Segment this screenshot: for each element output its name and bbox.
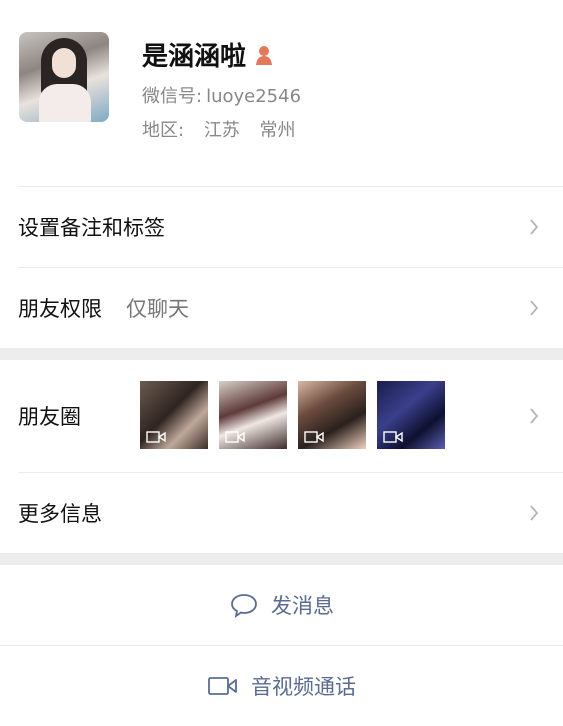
more-info-label: 更多信息	[18, 502, 102, 526]
moment-thumbnail[interactable]	[140, 381, 208, 449]
chat-bubble-icon	[231, 594, 257, 618]
moments-row[interactable]: 朋友圈	[18, 360, 563, 472]
action-buttons: 发消息 音视频通话	[0, 565, 563, 726]
region-province: 江苏	[203, 120, 240, 141]
friend-permission-value: 仅聊天	[126, 297, 189, 321]
chevron-right-icon	[530, 408, 539, 424]
name-row: 是涵涵啦	[142, 36, 274, 73]
moment-thumbnail[interactable]	[298, 381, 366, 449]
moments-thumbnails	[140, 381, 445, 449]
region-city: 常州	[259, 120, 296, 141]
video-icon	[304, 431, 324, 443]
section-divider	[0, 348, 563, 360]
video-icon	[225, 431, 245, 443]
profile-header: 是涵涵啦 微信号: luoye2546 地区: 江苏 常州	[0, 0, 563, 186]
chevron-right-icon	[530, 300, 539, 316]
region-label: 地区:	[142, 120, 185, 141]
video-camera-icon	[208, 677, 237, 695]
video-icon	[383, 431, 403, 443]
wechat-id-label: 微信号:	[142, 86, 203, 107]
chevron-right-icon	[530, 505, 539, 521]
contact-name: 是涵涵啦	[142, 42, 247, 72]
moment-thumbnail[interactable]	[219, 381, 287, 449]
female-person-icon	[256, 45, 273, 65]
wechat-id-value: luoye2546	[206, 86, 302, 107]
send-message-label: 发消息	[271, 594, 334, 618]
region: 地区: 江苏 常州	[142, 116, 296, 142]
video-icon	[146, 431, 166, 443]
friend-permission-label: 朋友权限	[18, 297, 102, 321]
moments-label: 朋友圈	[18, 405, 81, 429]
more-info-row[interactable]: 更多信息	[18, 472, 563, 553]
friend-permission-row[interactable]: 朋友权限 仅聊天	[18, 267, 563, 348]
avatar-clothes	[39, 84, 91, 122]
send-message-button[interactable]: 发消息	[0, 565, 563, 645]
avatar[interactable]	[19, 32, 109, 122]
remark-tags-row[interactable]: 设置备注和标签	[18, 186, 563, 267]
moment-thumbnail[interactable]	[377, 381, 445, 449]
video-call-button[interactable]: 音视频通话	[0, 645, 563, 726]
avatar-face	[52, 48, 76, 78]
chevron-right-icon	[530, 219, 539, 235]
video-call-label: 音视频通话	[251, 675, 356, 699]
remark-tags-label: 设置备注和标签	[18, 216, 165, 240]
section-divider	[0, 553, 563, 565]
wechat-id: 微信号: luoye2546	[142, 82, 301, 108]
